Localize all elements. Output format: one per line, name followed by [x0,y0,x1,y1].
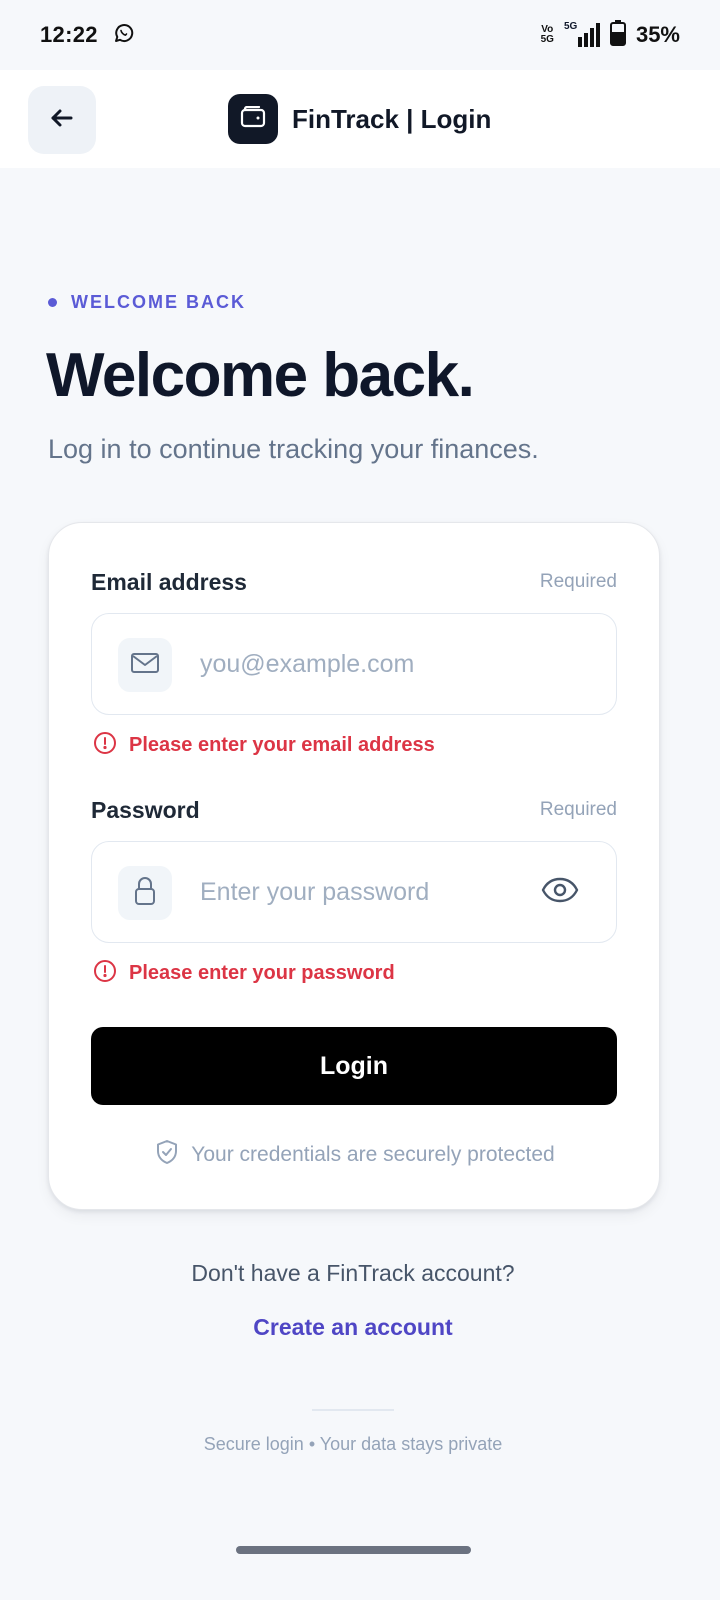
app-logo [228,94,278,144]
email-error-text: Please enter your email address [129,734,435,756]
volte-bottom: 5G [540,34,554,45]
password-error-text: Please enter your password [129,962,395,984]
lock-icon [133,876,157,911]
volte-indicator: Vo 5G [541,25,554,45]
email-icon-box [118,638,172,692]
secure-note-text: Your credentials are securely protected [191,1142,555,1166]
eye-icon [541,877,579,908]
shield-check-icon [155,1139,179,1170]
login-card: Email address Required you@example.com P… [48,522,660,1210]
app-header: FinTrack | Login [0,70,720,168]
create-account-link[interactable]: Create an account [0,1314,706,1341]
alert-circle-icon [93,731,117,760]
email-label: Email address [91,569,247,595]
signup-prompt: Don't have a FinTrack account? [191,1260,515,1286]
password-icon-box [118,866,172,920]
signal-label: 5G [563,21,578,32]
arrow-left-icon [47,103,77,138]
home-indicator[interactable] [236,1546,471,1554]
battery-icon [609,19,626,51]
footer-note: Secure login • Your data stays private [203,1434,503,1454]
password-field[interactable]: Enter your password [91,841,617,943]
status-right: Vo 5G 5G 35% [541,19,680,51]
whatsapp-icon [112,21,136,50]
battery-percent: 35% [635,22,680,47]
password-input-placeholder: Enter your password [200,877,430,906]
footer-divider [312,1409,394,1411]
email-required-hint: Required [539,571,617,592]
status-bar: 12:22 Vo 5G 5G 35% [0,0,720,70]
back-button[interactable] [28,86,96,154]
eyebrow-label: WELCOME BACK [71,292,246,312]
mail-icon [130,651,160,680]
login-button[interactable]: Login [91,1027,617,1105]
status-time: 12:22 [40,22,98,47]
password-required-hint: Required [539,799,617,820]
alert-circle-icon [93,959,117,988]
page-subtitle: Log in to continue tracking your finance… [48,434,539,464]
eyebrow-dot [48,298,57,307]
page-header-title: FinTrack | Login [292,103,492,134]
eyebrow: WELCOME BACK [48,292,246,313]
signal-icon: 5G [563,21,600,47]
toggle-password-visibility-button[interactable] [538,872,582,912]
email-error: Please enter your email address [93,731,435,760]
email-field[interactable]: you@example.com [91,613,617,715]
password-error: Please enter your password [93,959,395,988]
login-button-label: Login [319,1051,389,1080]
header-title-group: FinTrack | Login [228,94,491,144]
secure-note: Your credentials are securely protected [49,1139,661,1170]
password-label: Password [91,797,200,823]
email-input-placeholder: you@example.com [200,649,415,678]
wallet-icon [240,105,266,133]
page-title: Welcome back. [46,341,475,410]
status-left: 12:22 [40,21,136,50]
